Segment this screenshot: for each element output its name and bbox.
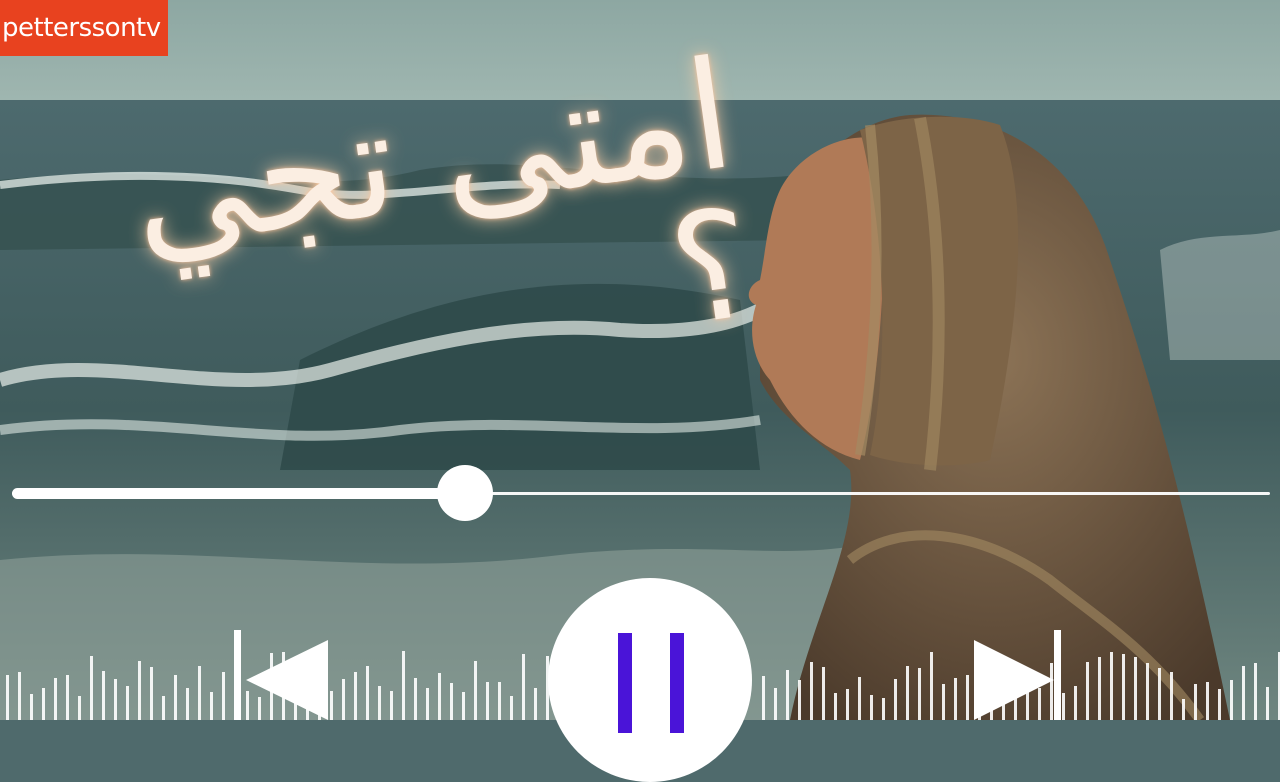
skip-previous-icon [234, 630, 328, 720]
visualizer-bar [390, 691, 393, 720]
visualizer-bar [1242, 666, 1245, 720]
visualizer-bar [1134, 657, 1137, 720]
visualizer-bar [846, 689, 849, 720]
visualizer-bar [474, 661, 477, 720]
visualizer-bar [354, 672, 357, 720]
pause-bar-left [618, 633, 632, 733]
visualizer-bar [1074, 686, 1077, 720]
visualizer-bar [102, 671, 105, 720]
channel-badge: petterssontv [0, 0, 168, 56]
visualizer-bar [1158, 668, 1161, 720]
visualizer-bar [222, 672, 225, 720]
visualizer-bar [870, 695, 873, 720]
pause-button[interactable] [548, 578, 752, 782]
visualizer-bar [18, 672, 21, 720]
visualizer-bar [1122, 654, 1125, 720]
visualizer-bar [30, 694, 33, 720]
visualizer-bar [534, 688, 537, 720]
visualizer-bar [510, 696, 513, 720]
visualizer-bar [210, 692, 213, 720]
progress-fill [12, 488, 465, 499]
visualizer-bar [498, 682, 501, 720]
visualizer-bar [486, 682, 489, 720]
visualizer-bar [414, 678, 417, 720]
visualizer-bar [762, 676, 765, 720]
previous-button[interactable] [232, 630, 332, 720]
visualizer-bar [930, 652, 933, 720]
visualizer-bar [66, 675, 69, 720]
visualizer-bar [1110, 652, 1113, 720]
visualizer-bar [810, 662, 813, 720]
visualizer-bar [1206, 682, 1209, 720]
visualizer-bar [126, 686, 129, 720]
next-button[interactable] [970, 630, 1070, 720]
visualizer-bar [90, 656, 93, 720]
visualizer-bar [1218, 689, 1221, 720]
visualizer-bar [1266, 687, 1269, 720]
visualizer-bar [834, 693, 837, 720]
visualizer-bar [1146, 663, 1149, 720]
visualizer-bar [1194, 684, 1197, 720]
visualizer-bar [174, 675, 177, 720]
progress-knob[interactable] [436, 465, 493, 521]
visualizer-bar [1182, 699, 1185, 720]
visualizer-bar [150, 667, 153, 720]
visualizer-bar [1170, 672, 1173, 720]
visualizer-bar [798, 680, 801, 720]
visualizer-bar [906, 666, 909, 720]
visualizer-bar [438, 673, 441, 720]
visualizer-bar [954, 678, 957, 720]
visualizer-bar [366, 666, 369, 720]
visualizer-bar [462, 692, 465, 720]
progress-bar[interactable] [12, 465, 1270, 521]
visualizer-bar [786, 670, 789, 720]
visualizer-bar [402, 651, 405, 720]
visualizer-bar [1086, 662, 1089, 720]
visualizer-bar [1254, 663, 1257, 720]
pause-bar-right [670, 633, 684, 733]
visualizer-bar [342, 679, 345, 720]
visualizer-bar [1098, 657, 1101, 720]
visualizer-bar [198, 666, 201, 720]
skip-next-icon [974, 630, 1061, 720]
visualizer-bar [426, 688, 429, 720]
visualizer-bar [942, 684, 945, 720]
visualizer-bar [378, 686, 381, 720]
visualizer-bar [54, 678, 57, 720]
visualizer-bar [138, 661, 141, 720]
visualizer-bar [822, 667, 825, 720]
visualizer-bar [522, 654, 525, 720]
channel-name: petterssontv [2, 13, 161, 43]
visualizer-bar [42, 688, 45, 720]
visualizer-bar [1230, 680, 1233, 720]
visualizer-bar [882, 698, 885, 720]
visualizer-bar [114, 679, 117, 720]
visualizer-bar [918, 668, 921, 720]
visualizer-bar [774, 688, 777, 720]
visualizer-bar [966, 675, 969, 720]
visualizer-bar [858, 677, 861, 720]
visualizer-bar [6, 675, 9, 720]
visualizer-bar [186, 688, 189, 720]
visualizer-bar [162, 696, 165, 720]
visualizer-bar [894, 679, 897, 720]
visualizer-bar [450, 683, 453, 720]
visualizer-bar [78, 696, 81, 720]
